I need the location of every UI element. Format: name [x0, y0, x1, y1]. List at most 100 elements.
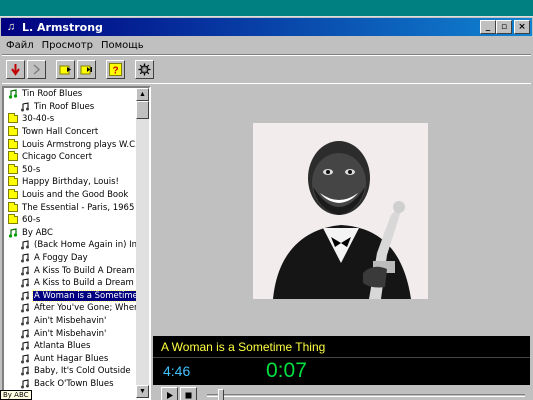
tree-album-item[interactable]: By ABC: [4, 227, 138, 240]
stop-icon: [185, 392, 192, 398]
now-playing-title: A Woman is a Sometime Thing: [161, 340, 326, 354]
folder-icon: [8, 113, 18, 124]
library-tree[interactable]: Tin Roof Blues Tin Roof Blues 30-40-s Town …: [2, 86, 151, 400]
play-button[interactable]: [161, 386, 178, 400]
minimize-button[interactable]: _: [480, 20, 496, 34]
artist-portrait-image: [253, 123, 428, 299]
tree-track-item[interactable]: Back O'Town Blues: [4, 378, 138, 391]
tree-track-item[interactable]: Baby, It's Cold Outside: [4, 365, 138, 378]
music-note-icon: [20, 328, 30, 339]
tree-track-item[interactable]: Ain't Misbehavin': [4, 315, 138, 328]
folder-icon: [8, 214, 18, 225]
tree-item-label: Happy Birthday, Louis!: [22, 177, 119, 188]
tree-item-label: Back O'Town Blues: [34, 378, 114, 389]
now-playing-bar: A Woman is a Sometime Thing: [153, 336, 530, 358]
title-bar[interactable]: ♫ L. Armstrong _ ▫ ×: [1, 18, 532, 36]
folder-icon: [8, 176, 18, 187]
tree-item-label: A Kiss to Build a Dream On: [34, 278, 138, 289]
tree-item-label: Atlanta Blues: [34, 341, 91, 352]
artwork-panel: [153, 86, 531, 336]
tree-track-item[interactable]: A Woman is a Sometime Thing: [4, 289, 138, 303]
album-open-icon: [8, 228, 18, 238]
tree-folder-item[interactable]: 30-40-s: [4, 113, 138, 126]
tree-item-label: 30-40-s: [22, 114, 55, 125]
tree-item-label: Ain't Misbehavin': [34, 328, 107, 339]
menu-file[interactable]: Файл: [2, 40, 38, 51]
time-display: 4:46 0:07: [153, 358, 530, 385]
tree-item-label: Louis and the Good Book: [22, 190, 129, 201]
tree-item-label: A Woman is a Sometime Thing: [31, 289, 138, 302]
seek-slider-thumb[interactable]: [218, 389, 224, 400]
music-note-icon: [20, 265, 30, 276]
menu-bar: Файл Просмотр Помощь: [2, 37, 531, 54]
settings-button[interactable]: [135, 59, 154, 79]
tree-folder-item[interactable]: The Essential - Paris, 1965: [4, 201, 138, 214]
toolbar: ?: [2, 54, 531, 84]
tree-list: Tin Roof Blues Tin Roof Blues 30-40-s Town …: [4, 88, 138, 398]
tree-item-label: Tin Roof Blues: [34, 101, 95, 112]
music-note-icon: [20, 366, 30, 376]
seek-slider[interactable]: [207, 389, 525, 400]
artist-photo: [253, 123, 428, 299]
tree-track-item[interactable]: Ain't Misbehavin': [4, 327, 138, 340]
tree-item-label: 60-s: [22, 215, 41, 226]
tree-folder-item[interactable]: Louis and the Good Book: [4, 189, 138, 202]
music-note-icon: [20, 102, 30, 112]
music-note-icon: [20, 341, 30, 351]
music-note-icon: [20, 303, 30, 313]
tree-folder-item[interactable]: 60-s: [4, 214, 138, 227]
tree-folder-item[interactable]: Chicago Concert: [4, 151, 138, 164]
tree-item-label: Town Hall Concert: [22, 127, 99, 138]
play-folder-button[interactable]: [56, 59, 75, 79]
scroll-up-button[interactable]: ▲: [136, 88, 149, 101]
tree-folder-item[interactable]: Louis Armstrong plays W.C.Handy: [4, 138, 138, 151]
app-window: ♫ L. Armstrong _ ▫ × Файл Просмотр Помощ…: [0, 16, 533, 400]
tree-album-item[interactable]: Tin Roof Blues: [4, 88, 138, 101]
music-note-icon: [20, 253, 30, 263]
tree-track-item[interactable]: A Kiss To Build A Dream On: [4, 264, 138, 277]
music-note-icon: [20, 354, 30, 364]
tree-track-item[interactable]: Atlanta Blues: [4, 340, 138, 353]
tree-track-item[interactable]: After You've Gone; When the: [4, 302, 138, 315]
folder-icon: [8, 163, 18, 174]
music-note-icon: [20, 291, 30, 301]
folder-icon: [8, 189, 18, 200]
app-icon: ♫: [6, 21, 16, 33]
tree-folder-item[interactable]: Town Hall Concert: [4, 126, 138, 139]
tooltip: By ABC: [0, 390, 32, 400]
close-button[interactable]: ×: [514, 20, 530, 34]
tree-folder-item[interactable]: 50-s: [4, 163, 138, 177]
maximize-button[interactable]: ▫: [496, 20, 512, 34]
tree-item-label: Tin Roof Blues: [22, 89, 83, 100]
stop-button[interactable]: [180, 386, 197, 400]
next-folder-button[interactable]: [77, 59, 96, 79]
tree-track-item[interactable]: A Foggy Day: [4, 252, 138, 265]
svg-text:?: ?: [112, 65, 118, 76]
tree-scrollbar[interactable]: ▲ ▼: [136, 88, 149, 398]
skip-button[interactable]: [27, 59, 46, 79]
settings-icon: [138, 63, 151, 75]
help-button[interactable]: ?: [106, 59, 125, 79]
music-note-icon: [20, 240, 30, 250]
tree-item-label: A Foggy Day: [34, 253, 88, 264]
window-controls: _ ▫ ×: [480, 20, 530, 34]
tree-folder-item[interactable]: Happy Birthday, Louis!: [4, 176, 138, 189]
tree-track-item[interactable]: Tin Roof Blues: [4, 101, 138, 114]
track-duration: 4:46: [163, 363, 191, 379]
menu-view[interactable]: Просмотр: [38, 40, 97, 51]
scroll-thumb[interactable]: [136, 101, 149, 119]
tree-item-label: Ain't Misbehavin': [34, 315, 107, 326]
folder-icon: [8, 126, 18, 137]
tree-track-item[interactable]: Aunt Hagar Blues: [4, 352, 138, 365]
music-note-icon: [20, 316, 30, 326]
scroll-down-button[interactable]: ▼: [136, 385, 149, 398]
elapsed-time: 0:07: [266, 359, 307, 382]
record-button[interactable]: [6, 59, 25, 79]
tree-item-label: The Essential - Paris, 1965: [22, 202, 135, 213]
play-folder-icon: [59, 65, 71, 74]
tree-track-item[interactable]: A Kiss to Build a Dream On: [4, 277, 138, 290]
tree-track-item[interactable]: (Back Home Again in) Indiana: [4, 239, 138, 252]
play-icon: [167, 391, 173, 399]
menu-help[interactable]: Помощь: [97, 40, 148, 51]
folder-icon: [8, 138, 18, 149]
